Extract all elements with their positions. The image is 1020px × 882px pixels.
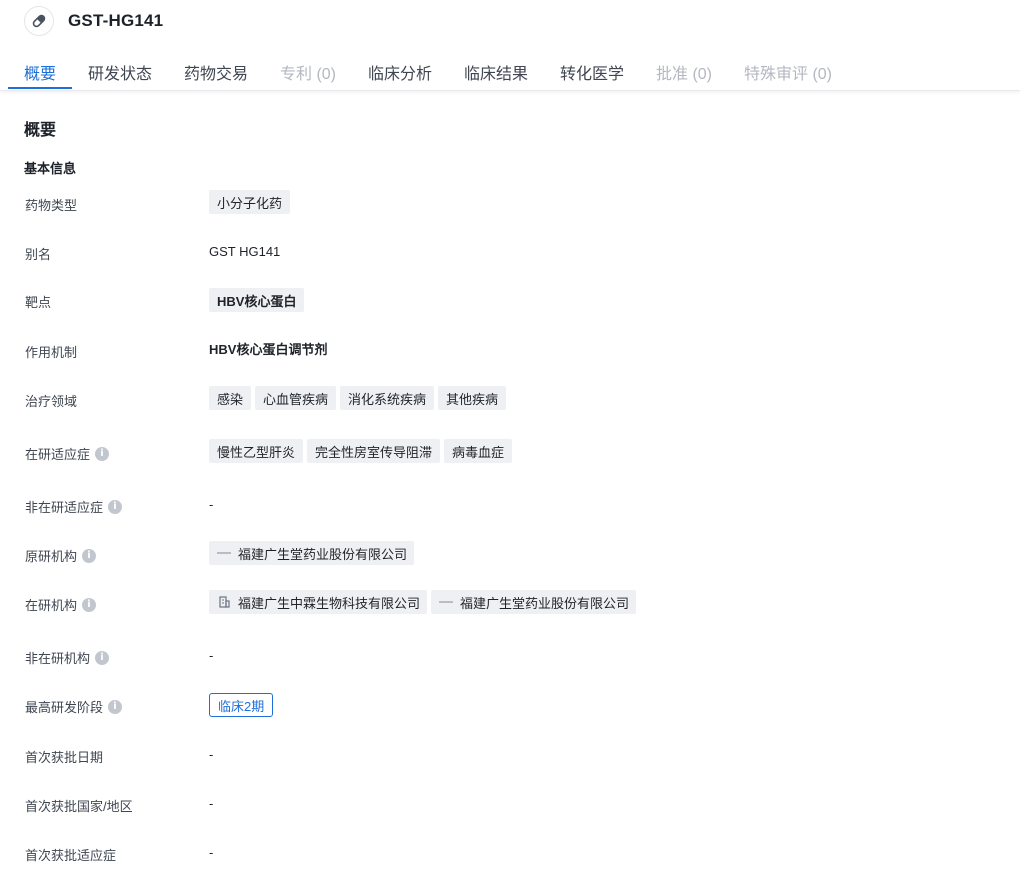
field-label-target: 靶点 xyxy=(25,295,52,310)
field-value-mechanism: HBV核心蛋白调节剂 xyxy=(209,342,328,357)
organization-logo-icon xyxy=(438,594,454,610)
building-icon xyxy=(216,594,232,610)
field-value-originator: 福建广生堂药业股份有限公司 xyxy=(209,541,418,565)
field-label-drug-type: 药物类型 xyxy=(25,198,78,213)
indication-tag[interactable]: 完全性房室传导阻滞 xyxy=(307,439,441,463)
info-icon[interactable]: i xyxy=(95,446,110,461)
therapeutic-area-tag[interactable]: 消化系统疾病 xyxy=(340,386,435,410)
field-value-highest-phase: 临床2期 xyxy=(209,693,277,717)
field-label-alias: 别名 xyxy=(25,247,52,262)
tab-drug-deals[interactable]: 药物交易 xyxy=(184,60,248,84)
tab-clinical-results[interactable]: 临床结果 xyxy=(464,60,528,84)
tab-special-review: 特殊审评 (0) xyxy=(744,66,833,83)
field-value-active-org: 福建广生中霖生物科技有限公司 福建广生堂药业股份有限公司 xyxy=(209,590,640,614)
field-value-drug-type: 小分子化药 xyxy=(209,190,294,214)
organization-tag[interactable]: 福建广生中霖生物科技有限公司 xyxy=(209,590,428,614)
tab-translational-medicine[interactable]: 转化医学 xyxy=(560,60,624,84)
field-label-mechanism: 作用机制 xyxy=(25,345,78,360)
field-value-active-indications: 慢性乙型肝炎 完全性房室传导阻滞 病毒血症 xyxy=(209,439,516,463)
field-label-first-approval-indication: 首次获批适应症 xyxy=(25,848,117,863)
field-label-therapeutic-area: 治疗领域 xyxy=(25,394,78,409)
active-tab-indicator xyxy=(8,87,72,89)
field-label-highest-phase: 最高研发阶段 i xyxy=(25,697,123,716)
field-value-first-approval-indication: - xyxy=(209,845,214,860)
target-tag[interactable]: HBV核心蛋白 xyxy=(209,288,305,312)
drug-title: GST-HG141 xyxy=(68,11,164,30)
field-value-first-approval-date: - xyxy=(209,747,214,762)
field-value-first-approval-region: - xyxy=(209,796,214,811)
field-label-active-org: 在研机构 i xyxy=(25,595,97,614)
tab-rd-status[interactable]: 研发状态 xyxy=(88,60,152,84)
therapeutic-area-tag[interactable]: 感染 xyxy=(209,386,252,410)
info-icon[interactable]: i xyxy=(82,548,97,563)
field-value-alias: GST HG141 xyxy=(209,244,281,259)
tab-patents: 专利 (0) xyxy=(280,66,337,83)
field-label-originator: 原研机构 i xyxy=(25,546,97,565)
tab-overview[interactable]: 概要 xyxy=(24,60,56,84)
tab-approvals: 批准 (0) xyxy=(656,66,713,83)
info-icon[interactable]: i xyxy=(82,597,97,612)
organization-logo-icon xyxy=(216,545,232,561)
organization-tag[interactable]: 福建广生堂药业股份有限公司 xyxy=(431,590,637,614)
phase-badge: 临床2期 xyxy=(209,693,274,717)
indication-tag[interactable]: 病毒血症 xyxy=(444,439,513,463)
tab-clinical-analysis[interactable]: 临床分析 xyxy=(368,60,432,84)
section-title: 概要 xyxy=(24,122,57,139)
field-value-inactive-indications: - xyxy=(209,497,214,512)
field-value-target: HBV核心蛋白 xyxy=(209,288,308,312)
indication-tag[interactable]: 慢性乙型肝炎 xyxy=(209,439,304,463)
pill-icon xyxy=(24,6,54,36)
drug-type-tag[interactable]: 小分子化药 xyxy=(209,190,291,214)
field-label-inactive-indications: 非在研适应症 i xyxy=(25,497,123,516)
field-label-first-approval-region: 首次获批国家/地区 xyxy=(25,799,133,814)
therapeutic-area-tag[interactable]: 心血管疾病 xyxy=(255,386,337,410)
field-value-therapeutic-area: 感染 心血管疾病 消化系统疾病 其他疾病 xyxy=(209,386,510,410)
subsection-title: 基本信息 xyxy=(24,161,77,176)
info-icon[interactable]: i xyxy=(108,499,123,514)
field-label-first-approval-date: 首次获批日期 xyxy=(25,750,104,765)
tab-bar: 概要 研发状态 药物交易 专利 (0) 临床分析 临床结果 转化医学 批准 (0… xyxy=(0,50,1020,91)
therapeutic-area-tag[interactable]: 其他疾病 xyxy=(438,386,507,410)
field-value-inactive-org: - xyxy=(209,648,214,663)
page-header: GST-HG141 xyxy=(0,0,1020,44)
organization-tag[interactable]: 福建广生堂药业股份有限公司 xyxy=(209,541,415,565)
info-icon[interactable]: i xyxy=(95,650,110,665)
field-label-active-indications: 在研适应症 i xyxy=(25,444,110,463)
info-icon[interactable]: i xyxy=(108,699,123,714)
field-label-inactive-org: 非在研机构 i xyxy=(25,648,110,667)
